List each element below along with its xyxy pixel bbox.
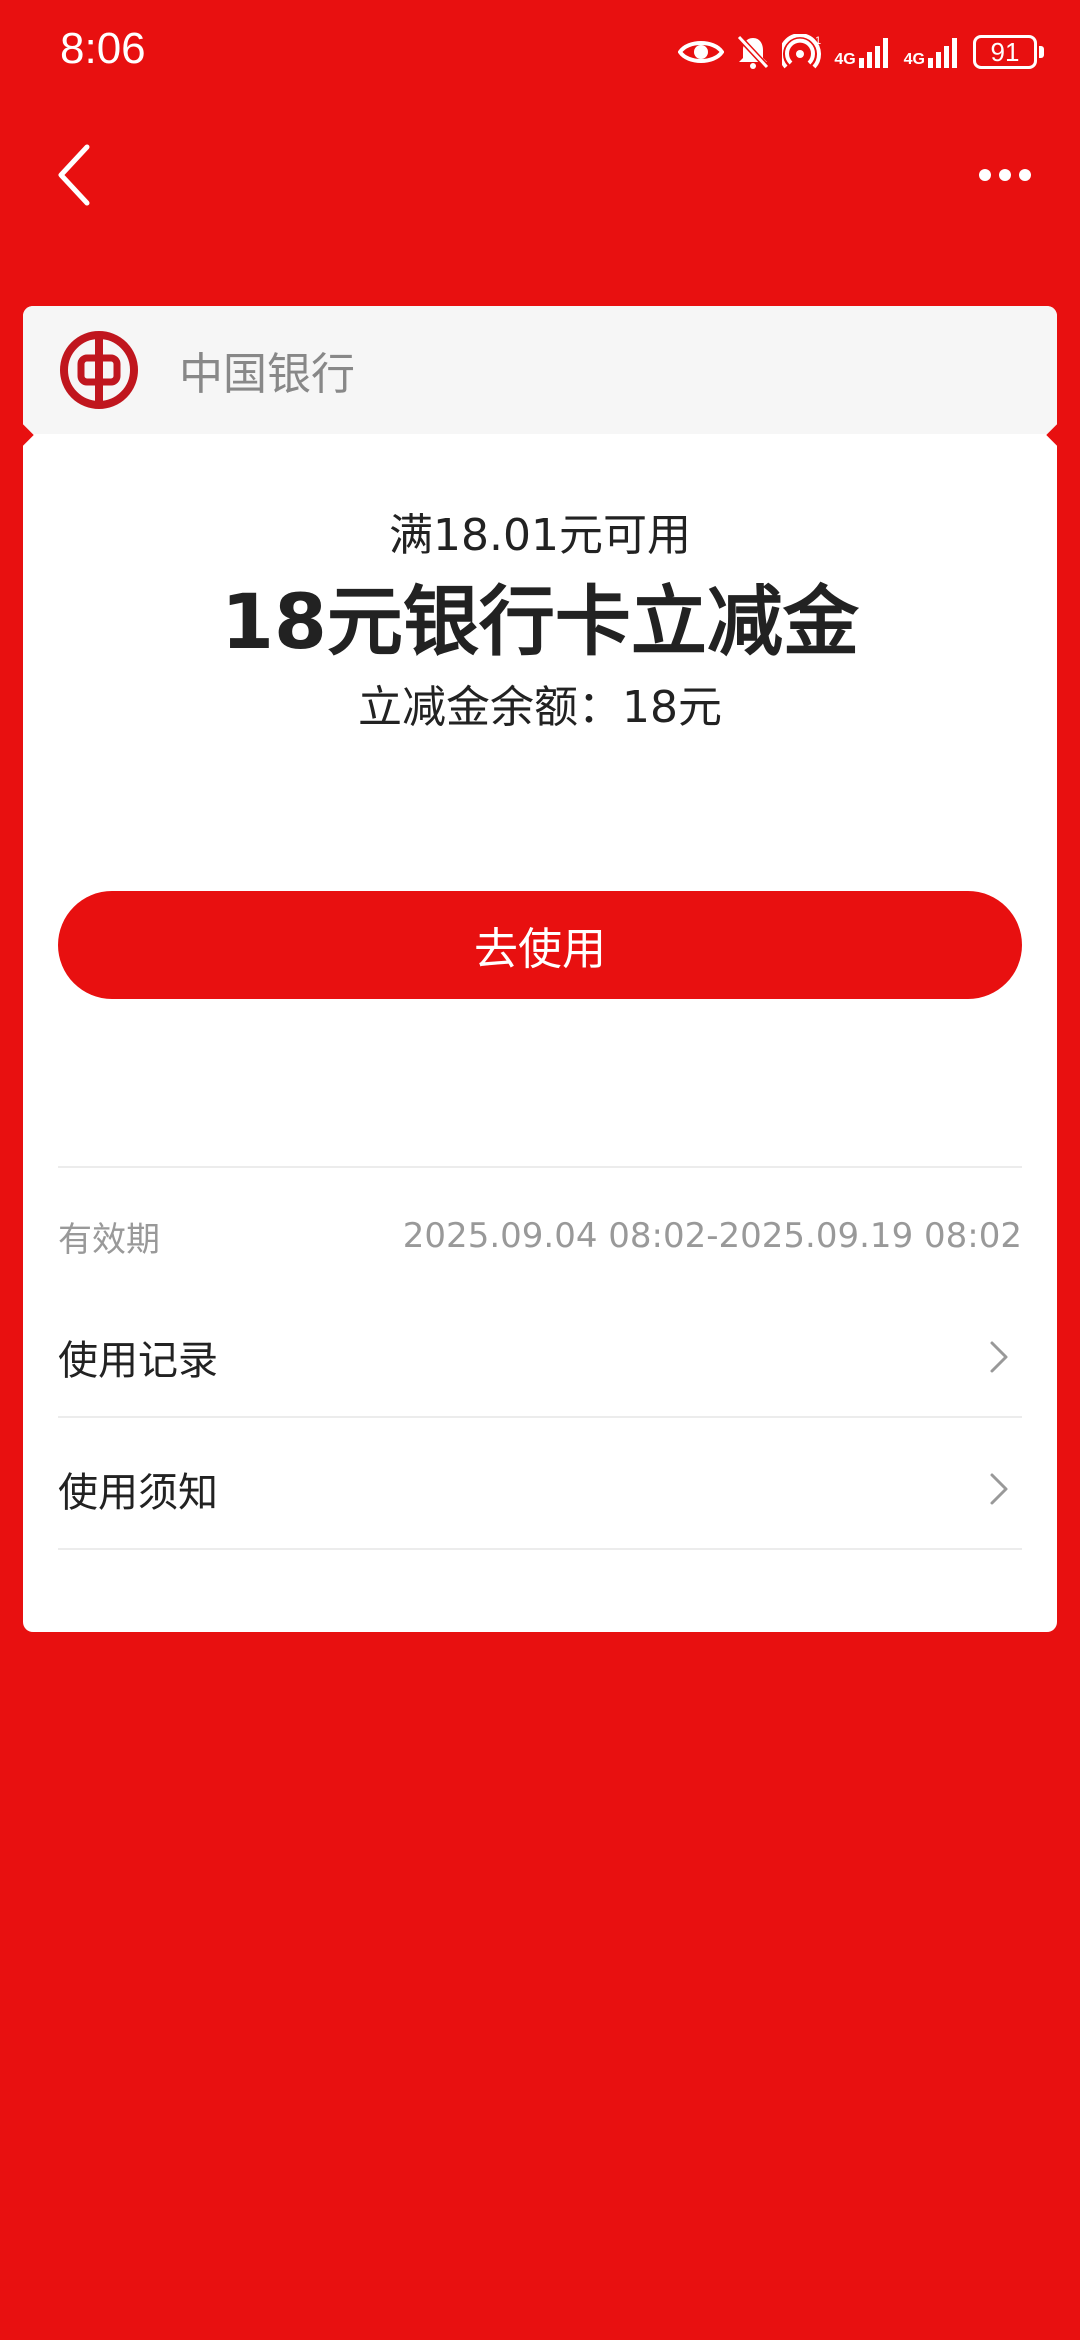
network-label-2: 4G	[903, 51, 925, 68]
coupon-info: 满18.01元可用 18元银行卡立减金 立减金余额：18元	[23, 514, 1057, 730]
status-bar: 8:06 1 4G 4G 91	[0, 0, 1080, 110]
usage-notes-row[interactable]: 使用须知	[58, 1423, 1022, 1555]
eye-icon	[678, 41, 725, 63]
usage-records-row[interactable]: 使用记录	[58, 1291, 1022, 1423]
signal-icon	[928, 38, 957, 68]
chevron-left-icon	[58, 144, 90, 206]
status-icons: 1 4G 4G 91	[678, 28, 1044, 76]
coupon-title: 18元银行卡立减金	[221, 577, 859, 666]
use-coupon-button[interactable]: 去使用	[58, 891, 1022, 999]
back-button[interactable]	[40, 140, 110, 210]
validity-label: 有效期	[58, 1219, 160, 1260]
hotspot-icon: 1	[782, 34, 821, 69]
signal-1: 4G	[834, 36, 891, 68]
coupon-condition: 满18.01元可用	[389, 510, 691, 561]
battery-icon: 91	[973, 35, 1044, 69]
coupon-balance: 立减金余额：18元	[358, 682, 722, 733]
validity-row: 有效期 2025.09.04 08:02-2025.09.19 08:02	[58, 1211, 1022, 1261]
status-time: 8:06	[60, 24, 146, 73]
signal-icon	[858, 38, 888, 68]
coupon-card: 中国银行 满18.01元可用 18元银行卡立减金 立减金余额：18元 去使用 有…	[23, 306, 1057, 1632]
nav-bar	[0, 130, 1080, 220]
bell-muted-icon	[737, 34, 770, 70]
bank-of-china-logo	[60, 331, 138, 409]
more-dots-icon	[979, 169, 1031, 181]
divider	[58, 1166, 1022, 1168]
validity-value: 2025.09.04 08:02-2025.09.19 08:02	[402, 1216, 1022, 1256]
battery-level: 91	[973, 35, 1037, 69]
more-button[interactable]	[970, 140, 1040, 210]
bank-name: 中国银行	[179, 349, 355, 400]
card-header: 中国银行	[23, 306, 1057, 434]
usage-records-label: 使用记录	[58, 1338, 218, 1384]
network-label-1: 4G	[834, 51, 856, 68]
svg-text:1: 1	[815, 35, 821, 47]
divider	[58, 1548, 1022, 1550]
chevron-right-icon	[984, 1469, 1014, 1509]
divider	[58, 1416, 1022, 1418]
signal-2: 4G	[904, 36, 961, 68]
usage-notes-label: 使用须知	[58, 1470, 218, 1516]
chevron-right-icon	[984, 1337, 1014, 1377]
